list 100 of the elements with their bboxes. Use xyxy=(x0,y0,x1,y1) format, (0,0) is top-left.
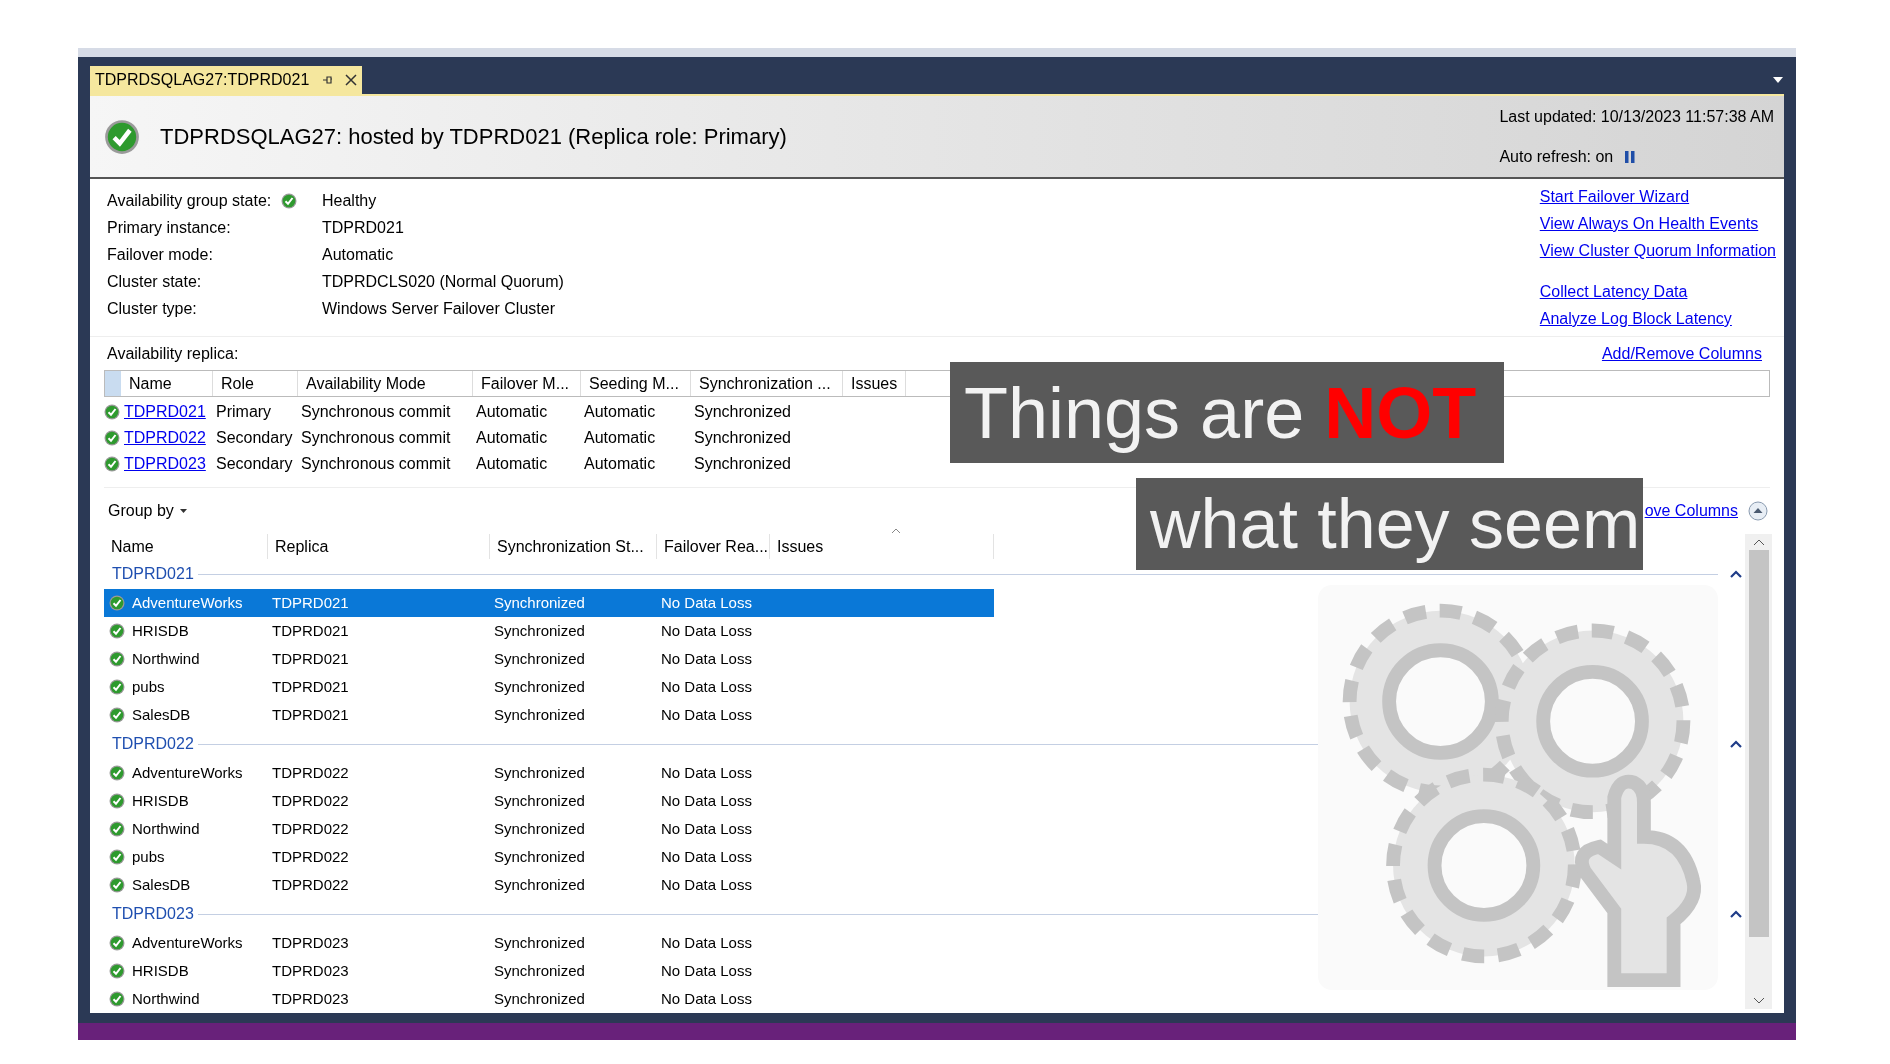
table-cell-text: Automatic xyxy=(583,428,657,448)
table-cell-text: Northwind xyxy=(131,818,201,839)
action-link[interactable]: Collect Latency Data xyxy=(1539,278,1776,305)
dashboard-title: TDPRDSQLAG27: hosted by TDPRD021 (Replica role: Primary) xyxy=(160,123,787,151)
group-header: TDPRD023 xyxy=(111,904,195,924)
table-cell-text: AdventureWorks xyxy=(131,932,244,953)
database-row[interactable]: AdventureWorks TDPRD021 Synchronized No Data Loss xyxy=(104,589,994,617)
pause-icon[interactable] xyxy=(1625,150,1636,163)
add-remove-columns-link[interactable]: ove Columns xyxy=(1644,499,1738,523)
collapse-icon[interactable] xyxy=(1730,740,1742,748)
column-header[interactable]: Name xyxy=(121,371,213,396)
collapse-icon[interactable] xyxy=(1730,570,1742,578)
table-cell-text: Synchronized xyxy=(493,704,586,725)
database-row[interactable]: pubs TDPRD022 Synchronized No Data Loss xyxy=(104,843,994,871)
pin-icon[interactable] xyxy=(321,74,334,86)
table-cell-text: Northwind xyxy=(131,988,201,1009)
table-cell-text: TDPRD023 xyxy=(271,932,350,953)
add-remove-columns-link[interactable]: Add/Remove Columns xyxy=(1601,341,1762,366)
table-cell-text: Synchronized xyxy=(693,454,792,474)
table-cell-text: No Data Loss xyxy=(660,648,753,669)
table-cell-text: No Data Loss xyxy=(660,874,753,895)
table-cell-text: SalesDB xyxy=(131,874,192,895)
database-row[interactable]: SalesDB TDPRD022 Synchronized No Data Loss xyxy=(104,871,994,899)
column-header[interactable]: Issues xyxy=(843,371,906,396)
table-cell-text: Synchronized xyxy=(493,846,586,867)
auto-refresh-text: Auto refresh: on xyxy=(1499,146,1614,167)
close-icon[interactable] xyxy=(345,74,358,86)
detail-value: Automatic xyxy=(322,244,394,265)
caption-banner: Things are NOT xyxy=(950,362,1504,463)
check-icon xyxy=(281,192,298,209)
table-cell-text: Synchronized xyxy=(493,648,586,669)
table-cell-text: Automatic xyxy=(583,454,657,474)
last-updated-text: Last updated: 10/13/2023 11:57:38 AM xyxy=(1499,106,1774,127)
table-cell-text: Synchronized xyxy=(493,620,586,641)
collapse-icon[interactable] xyxy=(1748,501,1768,521)
group-header: TDPRD022 xyxy=(111,734,195,754)
table-cell-text: No Data Loss xyxy=(660,790,753,811)
scroll-up-icon[interactable] xyxy=(1752,538,1765,546)
column-header[interactable]: Replica xyxy=(268,534,490,559)
table-cell-text: Secondary xyxy=(215,454,294,474)
table-cell-text: TDPRD022 xyxy=(271,762,350,783)
detail-label: Failover mode: xyxy=(107,244,213,265)
column-header[interactable]: Synchronization ... xyxy=(691,371,843,396)
table-cell-text: Synchronized xyxy=(493,932,586,953)
table-cell-text: TDPRD023 xyxy=(271,988,350,1009)
column-header[interactable]: Issues xyxy=(770,534,994,559)
column-header[interactable]: Seeding M... xyxy=(581,371,691,396)
action-link[interactable]: View Always On Health Events xyxy=(1539,210,1776,237)
replica-link[interactable]: TDPRD021 xyxy=(122,400,212,424)
table-cell-text: pubs xyxy=(131,846,166,867)
table-cell-text: Synchronized xyxy=(493,762,586,783)
action-link[interactable]: Analyze Log Block Latency xyxy=(1539,305,1776,332)
table-cell-text: TDPRD022 xyxy=(271,790,350,811)
table-cell-text: Synchronized xyxy=(493,988,586,1009)
database-row[interactable]: AdventureWorks TDPRD022 Synchronized No Data Loss xyxy=(104,759,994,787)
column-header[interactable]: Role xyxy=(213,371,298,396)
detail-label: Cluster type: xyxy=(107,298,197,319)
table-cell-text: No Data Loss xyxy=(660,676,753,697)
table-cell-text: AdventureWorks xyxy=(131,592,244,613)
database-row[interactable]: pubs TDPRD021 Synchronized No Data Loss xyxy=(104,673,994,701)
table-cell-text: No Data Loss xyxy=(660,988,753,1009)
dropdown-icon[interactable] xyxy=(1772,76,1784,84)
table-cell-text: Automatic xyxy=(475,428,549,448)
table-cell-text: TDPRD023 xyxy=(271,960,350,981)
database-row[interactable]: SalesDB TDPRD021 Synchronized No Data Loss xyxy=(104,701,994,729)
group-header: TDPRD021 xyxy=(111,564,195,584)
action-link[interactable]: View Cluster Quorum Information xyxy=(1539,237,1776,264)
table-cell-text: No Data Loss xyxy=(660,620,753,641)
sort-icon xyxy=(891,528,901,534)
document-tab[interactable]: TDPRDSQLAG27:TDPRD021 xyxy=(90,66,363,94)
table-cell-text: Primary xyxy=(215,402,273,422)
detail-value: TDPRD021 xyxy=(322,217,404,238)
column-header[interactable]: Name xyxy=(104,534,268,559)
scroll-down-icon[interactable] xyxy=(1752,997,1765,1005)
table-cell-text: No Data Loss xyxy=(660,960,753,981)
column-header[interactable]: Failover Rea... xyxy=(657,534,770,559)
scrollbar[interactable] xyxy=(1745,534,1772,1009)
action-link[interactable]: Start Failover Wizard xyxy=(1539,183,1776,210)
table-cell-text: Synchronized xyxy=(493,818,586,839)
column-header[interactable]: Availability Mode xyxy=(298,371,473,396)
replica-link[interactable]: TDPRD022 xyxy=(122,426,212,450)
column-header[interactable]: Failover M... xyxy=(473,371,581,396)
group-by-dropdown[interactable]: Group by xyxy=(104,499,191,523)
replica-link[interactable]: TDPRD023 xyxy=(122,452,212,476)
database-row[interactable]: Northwind TDPRD021 Synchronized No Data Loss xyxy=(104,645,994,673)
table-cell-text: Automatic xyxy=(475,402,549,422)
table-cell-text: Synchronized xyxy=(693,402,792,422)
table-cell-text: HRISDB xyxy=(131,960,190,981)
table-cell-text: HRISDB xyxy=(131,620,190,641)
table-cell-text: Automatic xyxy=(475,454,549,474)
database-row[interactable]: HRISDB TDPRD023 Synchronized No Data Loss xyxy=(104,957,994,985)
database-row[interactable]: Northwind TDPRD022 Synchronized No Data Loss xyxy=(104,815,994,843)
column-header[interactable]: Synchronization St... xyxy=(490,534,657,559)
table-cell-text: SalesDB xyxy=(131,704,192,725)
database-row[interactable]: HRISDB TDPRD021 Synchronized No Data Loss xyxy=(104,617,994,645)
collapse-icon[interactable] xyxy=(1730,910,1742,918)
database-row[interactable]: AdventureWorks TDPRD023 Synchronized No Data Loss xyxy=(104,929,994,957)
database-row[interactable]: Northwind TDPRD023 Synchronized No Data Loss xyxy=(104,985,994,1013)
database-row[interactable]: HRISDB TDPRD022 Synchronized No Data Loss xyxy=(104,787,994,815)
detail-value: TDPRDCLS020 (Normal Quorum) xyxy=(322,271,564,292)
